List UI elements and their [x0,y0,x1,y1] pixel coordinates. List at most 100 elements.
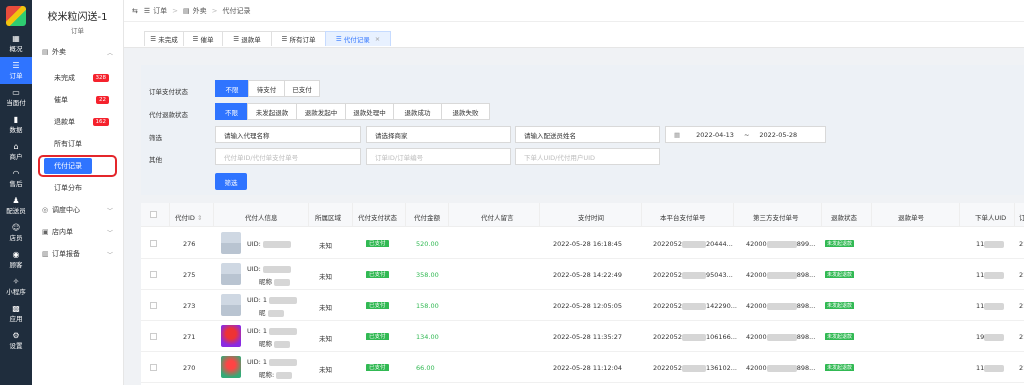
breadcrumb-mid[interactable]: 外卖 [193,6,207,16]
column-divider [308,203,309,227]
cell-order: 214 [1019,333,1024,341]
sort-icon[interactable]: ⇕ [197,214,202,222]
breadcrumb-separator: > [172,6,179,15]
refund-status-not-started[interactable]: 未发起退款 [247,103,297,120]
tab-unfinished[interactable]: ☰ 未完成 [144,31,184,46]
refund-badge: 未发起退款 [825,364,855,371]
rail-item-1[interactable]: ☰ 订单 [0,57,32,84]
cell-id: 275 [183,271,196,279]
table-row: 271 UID: 1 昵称 未知 已支付 134.00 2022-05-28 11:35… [141,321,1024,352]
header-id[interactable]: 代付ID ⇕ [175,212,202,222]
rail-item-8[interactable]: ◉ 顾客 [0,246,32,273]
refund-status-initiated[interactable]: 退款发起中 [296,103,346,120]
group-takeout[interactable]: ▤ 外卖 ︿ [32,43,123,61]
refund-status-success[interactable]: 退款成功 [393,103,442,120]
column-divider [539,203,540,227]
date-range-picker[interactable]: ▦ 2022-04-13 ~ 2022-05-28 [665,126,826,143]
pay-status-label: 订单支付状态 [149,88,188,96]
tab-bar: ☰ 未完成 ☰ 催单 ☰ 退款单 ☰ 所有订单 ☰ 代付记录 × [124,22,1024,48]
tab-list-icon: ☰ [335,35,344,43]
cell-pay-status: 已支付 [366,363,389,371]
header-platform-no: 本平台支付单号 [660,214,706,222]
chevron-up-icon: ︿ [106,49,113,57]
redacted-value [276,371,293,379]
app-logo [6,6,26,26]
sidebar-item-all-orders[interactable]: 所有订单 [32,133,123,155]
status-badge: 已支付 [366,333,389,340]
cell-third-party-no: 42000 898... [746,271,816,279]
header-order: 订单 [1019,214,1024,222]
cell-id: 276 [183,240,196,248]
row-checkbox[interactable] [150,333,157,340]
group-instore[interactable]: ▣ 店内单 ﹀ [32,223,123,241]
pay-status-pending[interactable]: 待支付 [248,80,285,97]
orders-icon: ☰ [143,6,151,15]
cell-user-uid: 11 [976,271,1005,279]
pay-status-paid[interactable]: 已支付 [284,80,320,97]
row-checkbox[interactable] [150,302,157,309]
rail-item-5[interactable]: ◠ 售后 [0,165,32,192]
rail-item-9[interactable]: ✧ 小程序 [0,273,32,300]
breadcrumb-root[interactable]: 订单 [153,6,167,16]
refund-status-label: 代付退款状态 [149,111,188,119]
rail-item-0[interactable]: ▦ 概况 [0,30,32,57]
refund-badge: 未发起退款 [825,333,855,340]
rail-item-10[interactable]: ▩ 应用 [0,300,32,327]
cell-region: 未知 [319,335,332,343]
header-pay-time: 支付时间 [578,214,604,222]
user-uid-input[interactable]: 下单人UID/代付用户UID [515,148,660,165]
column-divider [641,203,642,227]
courier-name-input[interactable]: 请输入配送员姓名 [515,126,660,143]
cell-pay-time: 2022-05-28 14:22:49 [553,271,623,279]
cell-payer-nick: 昵 [259,307,284,317]
row-checkbox[interactable] [150,271,157,278]
refund-status-any[interactable]: 不限 [215,103,248,120]
tab-urge[interactable]: ☰ 催单 [183,31,223,46]
tab-all-orders[interactable]: ☰ 所有订单 [271,31,326,46]
order-id-input[interactable]: 订单ID/订单编号 [366,148,511,165]
group-report[interactable]: ▥ 订单报备 ﹀ [32,245,123,263]
rail-item-7[interactable]: ☺ 店员 [0,219,32,246]
redacted-value [269,296,298,304]
agent-name-input[interactable]: 请输入代理名称 [215,126,361,143]
cell-third-party-no: 42000 899... [746,240,816,248]
refund-status-processing[interactable]: 退款处理中 [345,103,394,120]
wallet-icon: ▭ [12,88,20,97]
redacted-value [269,327,298,335]
sidebar-item-unfinished[interactable]: 未完成 328 [32,67,123,89]
cell-pay-status: 已支付 [366,239,389,247]
tab-proxy-pay[interactable]: ☰ 代付记录 × [325,31,391,46]
sidebar-item-distribution[interactable]: 订单分布 [32,177,123,199]
rail-item-11[interactable]: ⚙ 设置 [0,327,32,354]
merchant-select[interactable]: 请选择商家 [366,126,511,143]
sidebar-item-urge[interactable]: 催单 22 [32,89,123,111]
cell-platform-no: 2022052 106166... [653,333,737,341]
bar-chart-icon: ▮ [13,115,19,124]
header-pay-status: 代付支付状态 [358,214,397,222]
rail-item-6[interactable]: ♟ 配送员 [0,192,32,219]
row-checkbox[interactable] [150,240,157,247]
column-divider [871,203,872,227]
rail-item-3[interactable]: ▮ 数据 [0,111,32,138]
rail-item-2[interactable]: ▭ 当面付 [0,84,32,111]
rail-item-4[interactable]: ⌂ 商户 [0,138,32,165]
chevron-down-icon: ﹀ [106,207,113,215]
sidebar: 校米粒闪送-1 订单 ▤ 外卖 ︿ 未完成 328 催单 22 退款单 162 … [32,0,124,385]
pay-status-any[interactable]: 不限 [215,80,249,97]
tab-refund[interactable]: ☰ 退款单 [222,31,272,46]
sidebar-item-proxy-pay[interactable]: 代付记录 [38,155,117,177]
redacted-value [984,364,1005,372]
other-label: 其他 [149,156,162,164]
refund-status-failed[interactable]: 退款失败 [441,103,490,120]
payment-id-input[interactable]: 代付单ID/代付单支付单号 [215,148,361,165]
menu-toggle-icon[interactable]: ⇆ [132,7,138,15]
chevron-down-icon: ﹀ [106,229,113,237]
select-all-checkbox[interactable] [150,211,157,218]
close-icon[interactable]: × [375,35,380,43]
redacted-value [262,265,291,273]
group-dispatch[interactable]: ◎ 调度中心 ﹀ [32,201,123,219]
row-checkbox[interactable] [150,364,157,371]
filter-button[interactable]: 筛选 [215,173,247,190]
sidebar-item-refund[interactable]: 退款单 162 [32,111,123,133]
redacted-value [984,271,1005,279]
